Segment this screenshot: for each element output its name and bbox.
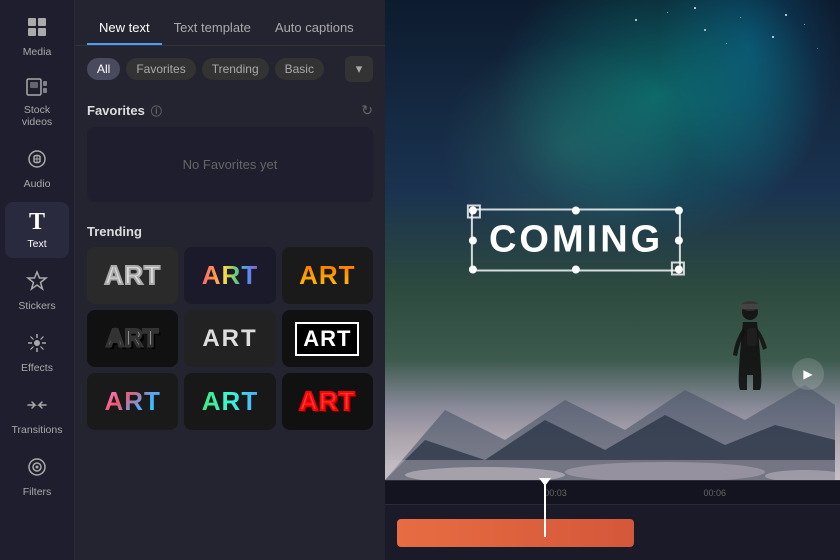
handle-bottom-middle[interactable] xyxy=(572,266,580,274)
timeline-marker-2: 00:06 xyxy=(704,488,727,498)
handle-bottom-left[interactable] xyxy=(469,266,477,274)
art-item-7[interactable]: ART xyxy=(87,373,178,430)
filter-bar: All Favorites Trending Basic ▾ xyxy=(75,46,385,92)
panel-tabs: New text Text template Auto captions xyxy=(75,0,385,46)
favorites-empty-state: No Favorites yet xyxy=(87,127,373,202)
play-icon: ▶ xyxy=(803,367,812,381)
filter-all[interactable]: All xyxy=(87,58,120,80)
art-grid: ART ART ART ART ART ART ART ART xyxy=(87,247,373,430)
art-text-4: ART xyxy=(107,325,159,353)
art-text-5: ART xyxy=(202,325,257,353)
person-silhouette xyxy=(720,300,780,420)
media-icon xyxy=(26,16,48,42)
sidebar-item-filters[interactable]: Filters xyxy=(5,448,69,506)
canvas-text: COMING xyxy=(489,219,663,261)
sidebar-item-label-stickers: Stickers xyxy=(18,300,55,312)
tab-text-template[interactable]: Text template xyxy=(162,12,263,45)
sidebar-item-label-filters: Filters xyxy=(23,486,52,498)
art-text-9: ART xyxy=(299,386,355,417)
tab-auto-captions[interactable]: Auto captions xyxy=(263,12,366,45)
video-canvas[interactable]: COMING ▶ xyxy=(385,0,840,480)
text-overlay-element[interactable]: COMING xyxy=(471,209,681,272)
sidebar-item-label-text: Text xyxy=(27,238,46,250)
art-item-4[interactable]: ART xyxy=(87,310,178,367)
info-icon: ⓘ xyxy=(151,103,162,119)
art-item-9[interactable]: ART xyxy=(282,373,373,430)
chevron-down-icon: ▾ xyxy=(356,61,363,77)
timeline-track xyxy=(385,505,840,560)
art-item-5[interactable]: ART xyxy=(184,310,275,367)
track-clip[interactable] xyxy=(397,519,634,547)
transitions-icon xyxy=(26,394,48,420)
art-item-6[interactable]: ART xyxy=(282,310,373,367)
art-item-8[interactable]: ART xyxy=(184,373,275,430)
effects-icon xyxy=(26,332,48,358)
sidebar-item-label-transitions: Transitions xyxy=(12,424,63,436)
sidebar-item-audio[interactable]: Audio xyxy=(5,140,69,198)
sidebar-item-stickers[interactable]: Stickers xyxy=(5,262,69,320)
sidebar-item-effects[interactable]: Effects xyxy=(5,324,69,382)
stock-videos-icon xyxy=(26,78,48,100)
trending-section-header: Trending xyxy=(87,214,373,247)
sidebar-item-media[interactable]: Media xyxy=(5,8,69,66)
art-text-8: ART xyxy=(202,386,258,417)
handle-middle-right[interactable] xyxy=(675,236,683,244)
art-text-7: ART xyxy=(104,386,160,417)
sidebar: Media Stockvideos Audio T Text xyxy=(0,0,75,560)
sidebar-item-stock-videos[interactable]: Stockvideos xyxy=(5,70,69,136)
panel-content: Favorites ⓘ ↻ No Favorites yet Trending … xyxy=(75,92,385,560)
art-text-2: ART xyxy=(202,260,258,291)
refresh-icon[interactable]: ↻ xyxy=(361,102,373,119)
play-button[interactable]: ▶ xyxy=(792,358,824,390)
timeline-ruler: 00:03 00:06 xyxy=(385,481,840,505)
handle-top-left[interactable] xyxy=(469,207,477,215)
sidebar-item-label-audio: Audio xyxy=(24,178,51,190)
art-item-3[interactable]: ART xyxy=(282,247,373,304)
art-item-2[interactable]: ART xyxy=(184,247,275,304)
tab-new-text[interactable]: New text xyxy=(87,12,162,45)
filter-favorites[interactable]: Favorites xyxy=(126,58,195,80)
art-text-6: ART xyxy=(295,322,359,356)
art-text-3: ART xyxy=(299,260,355,291)
sidebar-item-label-stock: Stockvideos xyxy=(22,104,52,128)
filter-trending[interactable]: Trending xyxy=(202,58,269,80)
main-area: COMING ▶ 00:03 00:06 xyxy=(385,0,840,560)
sidebar-item-text[interactable]: T Text xyxy=(5,202,69,258)
handle-bottom-right[interactable] xyxy=(675,266,683,274)
handle-middle-left[interactable] xyxy=(469,236,477,244)
timeline-marker-1: 00:03 xyxy=(544,488,567,498)
timeline: 00:03 00:06 xyxy=(385,480,840,560)
art-text-1: ART xyxy=(104,260,160,291)
audio-icon xyxy=(26,148,48,174)
handle-top-middle[interactable] xyxy=(572,207,580,215)
sidebar-item-transitions[interactable]: Transitions xyxy=(5,386,69,444)
trending-title: Trending xyxy=(87,224,142,239)
sidebar-item-label-media: Media xyxy=(23,46,52,58)
playhead[interactable] xyxy=(544,481,546,537)
filter-more-dropdown[interactable]: ▾ xyxy=(345,56,373,82)
stars-layer xyxy=(385,0,840,240)
text-icon: T xyxy=(29,210,45,234)
favorites-section-header: Favorites ⓘ ↻ xyxy=(87,92,373,127)
text-panel: New text Text template Auto captions All… xyxy=(75,0,385,560)
sidebar-item-label-effects: Effects xyxy=(21,362,53,374)
art-item-1[interactable]: ART xyxy=(87,247,178,304)
favorites-title: Favorites ⓘ xyxy=(87,103,162,119)
filter-basic[interactable]: Basic xyxy=(275,58,324,80)
stickers-icon xyxy=(26,270,48,296)
filters-icon xyxy=(26,456,48,482)
